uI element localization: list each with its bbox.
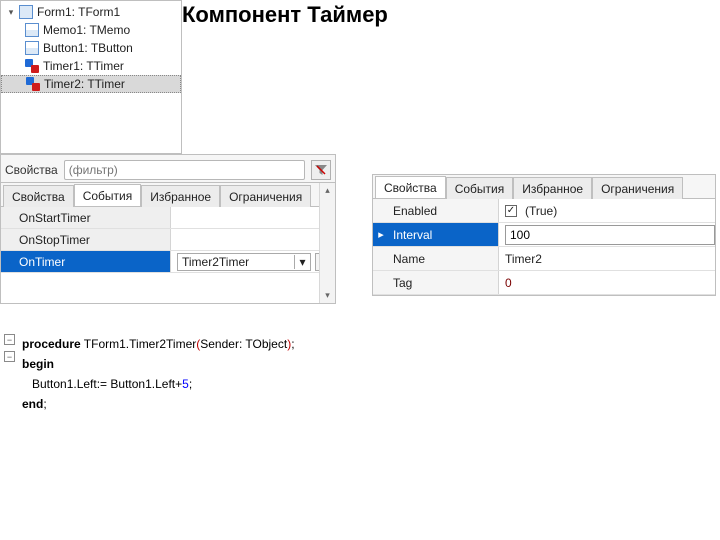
scroll-down-icon[interactable]: ▾: [325, 290, 330, 301]
chevron-down-icon[interactable]: ▾: [294, 255, 310, 269]
filter-input[interactable]: [64, 160, 305, 180]
property-value[interactable]: 0: [499, 271, 715, 294]
tab-properties[interactable]: Свойства: [3, 185, 74, 207]
fold-toggle-icon[interactable]: −: [4, 351, 15, 362]
tree-item-label: Memo1: TMemo: [43, 23, 130, 37]
form-icon: [19, 5, 33, 19]
property-row-selected[interactable]: ▸ Interval: [373, 223, 715, 247]
timer-icon: [26, 77, 40, 91]
tab-restricted[interactable]: Ограничения: [592, 177, 683, 199]
event-row[interactable]: OnStopTimer: [1, 229, 335, 251]
event-value[interactable]: [171, 229, 335, 250]
combo-text: Timer2Timer: [178, 255, 294, 269]
code-line: end;: [22, 394, 712, 414]
component-icon: [25, 23, 39, 37]
property-row[interactable]: Name Timer2: [373, 247, 715, 271]
fold-gutter: − −: [4, 334, 18, 368]
event-name-label: OnTimer: [19, 255, 65, 269]
timer-icon: [25, 59, 39, 73]
vertical-scrollbar[interactable]: ▴ ▾: [319, 183, 335, 303]
row-pointer-icon: ▸: [4, 256, 14, 269]
property-row[interactable]: Enabled ✓ (True): [373, 199, 715, 223]
property-value[interactable]: ✓ (True): [499, 199, 715, 222]
tab-restricted[interactable]: Ограничения: [220, 185, 311, 207]
event-row-selected[interactable]: ▸ OnTimer Timer2Timer ▾ …: [1, 251, 335, 273]
filter-label: Свойства: [5, 163, 58, 177]
tab-events[interactable]: События: [446, 177, 514, 199]
tree-root[interactable]: ▾ Form1: TForm1: [1, 3, 181, 21]
checkbox-checked-icon[interactable]: ✓: [505, 205, 517, 217]
events-grid: OnStartTimer OnStopTimer ▸ OnTimer Timer…: [1, 207, 335, 273]
event-name: ▸ OnTimer: [1, 251, 171, 272]
event-name: OnStopTimer: [1, 229, 171, 250]
row-pointer-icon: ▸: [376, 228, 386, 241]
event-value[interactable]: [171, 207, 335, 228]
fold-toggle-icon[interactable]: −: [4, 334, 15, 345]
property-value[interactable]: Timer2: [499, 247, 715, 270]
property-name: Enabled: [373, 199, 499, 222]
scroll-up-icon[interactable]: ▴: [325, 185, 330, 196]
object-tree[interactable]: ▾ Form1: TForm1 Memo1: TMemo Button1: TB…: [1, 1, 181, 93]
property-row[interactable]: Tag 0: [373, 271, 715, 295]
tab-favorites[interactable]: Избранное: [141, 185, 220, 207]
tab-favorites[interactable]: Избранное: [513, 177, 592, 199]
tab-events[interactable]: События: [74, 184, 142, 206]
object-inspector-right: Свойства События Избранное Ограничения E…: [372, 174, 716, 296]
event-handler-combo[interactable]: Timer2Timer ▾: [177, 253, 311, 271]
property-value-cell: [499, 223, 715, 246]
inspector-tabs: Свойства События Избранное Ограничения: [1, 183, 335, 207]
property-name: ▸ Interval: [373, 223, 499, 246]
tree-item-label: Timer1: TTimer: [43, 59, 124, 73]
property-name: Tag: [373, 271, 499, 294]
property-name-label: Interval: [393, 228, 432, 242]
component-icon: [25, 41, 39, 55]
inspector-tabs: Свойства События Избранное Ограничения: [373, 175, 715, 199]
properties-grid: Enabled ✓ (True) ▸ Interval Name Timer2 …: [373, 199, 715, 295]
code-editor[interactable]: − − procedure TForm1.Timer2Timer(Sender:…: [0, 330, 720, 414]
code-line: Button1.Left:= Button1.Left+5;: [22, 374, 712, 394]
property-name: Name: [373, 247, 499, 270]
clear-filter-button[interactable]: [311, 160, 331, 180]
interval-input[interactable]: [505, 225, 715, 245]
object-inspector-left: Свойства Свойства События Избранное Огра…: [0, 154, 336, 304]
code-line: procedure TForm1.Timer2Timer(Sender: TOb…: [22, 334, 712, 354]
filter-row: Свойства: [1, 155, 335, 183]
event-name: OnStartTimer: [1, 207, 171, 228]
property-value-text: (True): [525, 204, 557, 218]
object-tree-panel: ▾ Form1: TForm1 Memo1: TMemo Button1: TB…: [0, 0, 182, 154]
tree-item-label: Timer2: TTimer: [44, 77, 125, 91]
funnel-clear-icon: [314, 163, 328, 177]
page-title: Компонент Таймер: [182, 2, 388, 28]
tree-item[interactable]: Timer1: TTimer: [1, 57, 181, 75]
tree-item-label: Form1: TForm1: [37, 5, 120, 19]
code-line: begin: [22, 354, 712, 374]
event-value-cell: Timer2Timer ▾ …: [171, 251, 335, 272]
collapse-icon[interactable]: ▾: [5, 6, 17, 18]
tree-item-selected[interactable]: Timer2: TTimer: [1, 75, 181, 93]
tree-item[interactable]: Memo1: TMemo: [1, 21, 181, 39]
tree-item-label: Button1: TButton: [43, 41, 133, 55]
event-row[interactable]: OnStartTimer: [1, 207, 335, 229]
tab-properties[interactable]: Свойства: [375, 176, 446, 198]
tree-item[interactable]: Button1: TButton: [1, 39, 181, 57]
